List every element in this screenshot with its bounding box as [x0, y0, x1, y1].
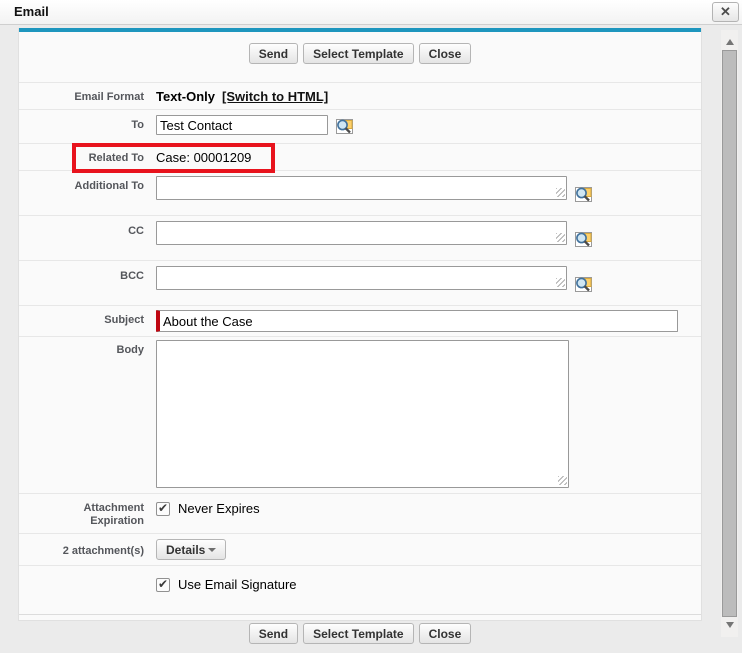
- lookup-icon[interactable]: [574, 276, 593, 296]
- email-format-row: Email Format Text-Only [Switch to HTML]: [19, 82, 701, 109]
- to-label: To: [19, 115, 156, 132]
- checkmark-icon: ✔: [158, 503, 168, 513]
- close-icon[interactable]: ✕: [712, 2, 739, 22]
- bcc-label: BCC: [19, 266, 156, 296]
- body-row: Body: [19, 336, 701, 493]
- to-row: To: [19, 109, 701, 143]
- signature-row: ✔ Use Email Signature: [19, 565, 701, 614]
- additional-to-row: Additional To: [19, 170, 701, 215]
- lookup-icon[interactable]: [335, 118, 354, 138]
- scrollbar-thumb[interactable]: [722, 50, 737, 617]
- dialog-titlebar: Email ✕: [0, 0, 742, 25]
- close-button[interactable]: Close: [419, 43, 472, 64]
- bcc-row: BCC: [19, 260, 701, 305]
- scroll-up-arrow-icon[interactable]: [726, 39, 734, 45]
- lookup-icon[interactable]: [574, 231, 593, 251]
- cc-input[interactable]: [156, 221, 567, 245]
- body-label: Body: [19, 340, 156, 488]
- subject-input[interactable]: [156, 310, 678, 332]
- cc-row: CC: [19, 215, 701, 260]
- top-button-bar: Send Select Template Close: [19, 32, 701, 82]
- send-button[interactable]: Send: [249, 43, 298, 64]
- additional-to-input[interactable]: [156, 176, 567, 200]
- to-input[interactable]: [156, 115, 328, 135]
- additional-to-label: Additional To: [19, 176, 156, 206]
- details-button[interactable]: Details: [156, 539, 226, 560]
- bottom-button-bar: Send Select Template Close: [19, 614, 701, 653]
- attachment-expiration-label: Attachment Expiration: [19, 499, 156, 528]
- send-button[interactable]: Send: [249, 623, 298, 644]
- related-to-label: Related To: [19, 150, 156, 165]
- email-compose-dialog: Send Select Template Close Email Format …: [18, 28, 702, 621]
- cc-label: CC: [19, 221, 156, 251]
- subject-row: Subject: [19, 305, 701, 336]
- use-email-signature-label: Use Email Signature: [178, 577, 297, 592]
- checkmark-icon: ✔: [158, 579, 168, 589]
- lookup-icon[interactable]: [574, 186, 593, 206]
- scrollbar[interactable]: [721, 30, 738, 637]
- signature-label-spacer: [19, 575, 156, 592]
- select-template-button[interactable]: Select Template: [303, 623, 413, 644]
- select-template-button[interactable]: Select Template: [303, 43, 413, 64]
- bcc-input[interactable]: [156, 266, 567, 290]
- attachments-row: 2 attachment(s) Details: [19, 533, 701, 565]
- dialog-title: Email: [14, 4, 49, 19]
- email-format-value: Text-Only: [156, 89, 215, 104]
- never-expires-checkbox[interactable]: ✔: [156, 502, 170, 516]
- related-to-row: Related To Case: 00001209: [19, 143, 701, 170]
- switch-to-html-link[interactable]: [Switch to HTML]: [222, 89, 328, 104]
- attachment-expiration-row: Attachment Expiration ✔ Never Expires: [19, 493, 701, 533]
- close-button[interactable]: Close: [419, 623, 472, 644]
- subject-label: Subject: [19, 310, 156, 332]
- never-expires-label: Never Expires: [178, 501, 260, 516]
- related-to-value: Case: 00001209: [156, 150, 701, 165]
- email-format-value-wrap: Text-Only [Switch to HTML]: [156, 89, 701, 104]
- email-format-label: Email Format: [19, 89, 156, 104]
- use-email-signature-checkbox[interactable]: ✔: [156, 578, 170, 592]
- scroll-down-arrow-icon[interactable]: [726, 622, 734, 628]
- attachments-count-label: 2 attachment(s): [19, 539, 156, 558]
- chevron-down-icon: [208, 548, 216, 552]
- body-input[interactable]: [156, 340, 569, 488]
